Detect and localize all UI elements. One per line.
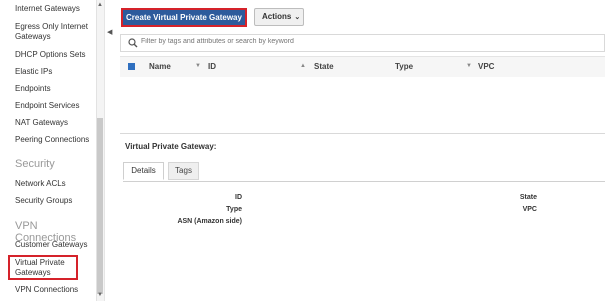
search-icon	[128, 38, 138, 48]
detail-pane-title: Virtual Private Gateway:	[125, 142, 217, 151]
search-input[interactable]	[141, 38, 581, 45]
table-header: Name ▼ ID ▲ State Type ▼ VPC	[120, 56, 605, 78]
selected-item-highlight	[8, 255, 78, 280]
sidebar-item-dhcp-options-sets[interactable]: DHCP Options Sets	[15, 50, 95, 60]
scroll-up-arrow-icon[interactable]: ▲	[97, 2, 103, 8]
sidebar-item-security-groups[interactable]: Security Groups	[15, 196, 95, 206]
main-content: Create Virtual Private Gateway Actions ⌄ …	[117, 0, 605, 301]
detail-label-vpc: VPC	[522, 206, 537, 213]
tab-tags[interactable]: Tags	[168, 162, 199, 180]
actions-button-label: Actions	[262, 12, 292, 21]
detail-pane-divider[interactable]	[120, 133, 605, 134]
sidebar-section-security: Security	[15, 158, 55, 170]
sidebar-item-vpn-connections[interactable]: VPN Connections	[15, 285, 95, 295]
column-header-id[interactable]: ID	[208, 62, 216, 71]
column-header-state[interactable]: State	[314, 62, 334, 71]
create-virtual-private-gateway-button[interactable]: Create Virtual Private Gateway	[121, 8, 247, 27]
detail-label-id: ID	[235, 194, 242, 201]
column-header-vpc[interactable]: VPC	[478, 62, 494, 71]
sort-down-icon: ▼	[195, 63, 201, 69]
sidebar-item-egress-only-internet-gateways[interactable]: Egress Only Internet Gateways	[15, 22, 95, 42]
sidebar-divider	[104, 0, 105, 301]
sort-down-icon: ▼	[466, 63, 472, 69]
sidebar-item-network-acls[interactable]: Network ACLs	[15, 179, 95, 189]
column-header-type[interactable]: Type	[395, 62, 413, 71]
detail-tab-bar: Details Tags	[123, 160, 605, 182]
scroll-down-arrow-icon[interactable]: ▼	[97, 292, 103, 298]
sidebar-item-internet-gateways[interactable]: Internet Gateways	[15, 4, 95, 14]
sort-up-icon: ▲	[300, 63, 306, 69]
sidebar-scroll-thumb[interactable]	[97, 118, 103, 294]
actions-button[interactable]: Actions ⌄	[254, 8, 304, 26]
column-header-name[interactable]: Name	[149, 62, 171, 71]
sidebar-item-endpoints[interactable]: Endpoints	[15, 84, 95, 94]
sidebar-item-elastic-ips[interactable]: Elastic IPs	[15, 67, 95, 77]
chevron-down-icon: ⌄	[294, 14, 301, 21]
detail-label-state: State	[519, 194, 537, 201]
table-body	[120, 77, 605, 132]
detail-label-asn: ASN (Amazon side)	[177, 218, 242, 225]
collapse-sidebar-icon[interactable]: ◀	[107, 28, 112, 36]
sidebar-item-customer-gateways[interactable]: Customer Gateways	[15, 240, 95, 250]
sidebar-item-nat-gateways[interactable]: NAT Gateways	[15, 118, 95, 128]
sidebar-item-peering-connections[interactable]: Peering Connections	[15, 135, 95, 145]
filter-bar[interactable]	[120, 34, 605, 52]
select-all-checkbox[interactable]	[128, 63, 135, 70]
detail-label-type: Type	[226, 206, 242, 213]
tab-details[interactable]: Details	[123, 162, 164, 180]
sidebar-item-endpoint-services[interactable]: Endpoint Services	[15, 101, 95, 111]
